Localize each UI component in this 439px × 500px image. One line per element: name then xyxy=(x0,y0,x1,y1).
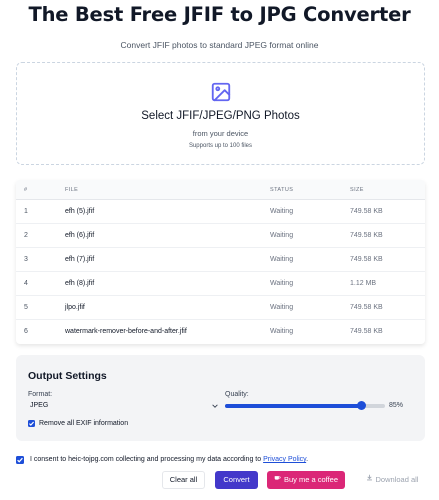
consent-label: I consent to heic-tojpg.com collecting a… xyxy=(30,456,308,463)
settings-title: Output Settings xyxy=(28,370,107,382)
row-status: Waiting xyxy=(270,256,294,263)
page-subtitle: Convert JFIF photos to standard JPEG for… xyxy=(120,40,319,50)
header-size: SIZE xyxy=(350,187,364,193)
row-size: 749.58 KB xyxy=(350,328,383,335)
slider-fill xyxy=(225,404,361,408)
row-status: Waiting xyxy=(270,232,294,239)
row-size: 749.58 KB xyxy=(350,232,383,239)
row-size: 1.12 MB xyxy=(350,280,377,287)
dropzone-subtitle: from your device xyxy=(192,129,249,138)
header-file: FILE xyxy=(65,187,79,193)
row-size: 749.58 KB xyxy=(350,256,383,263)
table-row: 3 efh (7).jfif Waiting 749.58 KB xyxy=(16,248,425,272)
download-label: Download all xyxy=(375,475,419,484)
row-file-name: watermark-remover-before-and-after.jfif xyxy=(65,328,187,335)
chevron-down-icon xyxy=(212,403,218,409)
quality-label: Quality: xyxy=(225,391,249,398)
coffee-icon xyxy=(274,470,281,488)
upload-dropzone[interactable]: Select JFIF/JPEG/PNG Photos from your de… xyxy=(16,62,425,165)
slider-thumb[interactable] xyxy=(356,401,366,410)
table-row: 6 watermark-remover-before-and-after.jfif… xyxy=(16,320,425,344)
row-number: 5 xyxy=(24,304,28,311)
row-status: Waiting xyxy=(270,304,294,311)
consent-option[interactable]: I consent to heic-tojpg.com collecting a… xyxy=(16,455,425,465)
row-size: 749.58 KB xyxy=(350,208,383,215)
convert-button[interactable]: Convert xyxy=(215,471,258,489)
header-num: # xyxy=(24,187,28,193)
quality-slider[interactable] xyxy=(225,401,385,410)
format-select[interactable]: JPEG xyxy=(28,400,220,412)
clear-all-button[interactable]: Clear all xyxy=(162,471,205,489)
table-row: 4 efh (8).jfif Waiting 1.12 MB xyxy=(16,272,425,296)
file-table: # FILE STATUS SIZE 1 efh (5).jfif Waiting 7… xyxy=(16,180,425,344)
row-file-name: jlpo.jfif xyxy=(65,304,85,311)
image-icon xyxy=(210,81,232,103)
row-status: Waiting xyxy=(270,280,294,287)
row-file-name: efh (6).jfif xyxy=(65,232,95,239)
row-number: 6 xyxy=(24,328,28,335)
row-number: 1 xyxy=(24,208,28,215)
quality-value: 85% xyxy=(389,402,404,409)
download-icon xyxy=(366,470,373,488)
dropzone-limit: Supports up to 100 files xyxy=(188,143,253,149)
format-value: JPEG xyxy=(30,402,49,409)
row-number: 2 xyxy=(24,232,28,239)
row-size: 749.58 KB xyxy=(350,304,383,311)
header-status: STATUS xyxy=(270,187,294,193)
page-title: The Best Free JFIF to JPG Converter xyxy=(28,3,411,26)
table-header: # FILE STATUS SIZE xyxy=(16,180,425,200)
consent-checkbox[interactable] xyxy=(16,456,24,464)
row-file-name: efh (5).jfif xyxy=(65,208,95,215)
table-row: 1 efh (5).jfif Waiting 749.58 KB xyxy=(16,200,425,224)
consent-suffix: . xyxy=(306,456,309,463)
output-settings: Output Settings Format: JPEG Quality: 85… xyxy=(16,355,425,441)
row-number: 4 xyxy=(24,280,28,287)
download-all-button[interactable]: Download all xyxy=(359,471,425,489)
coffee-label: Buy me a coffee xyxy=(283,475,339,484)
table-row: 2 efh (6).jfif Waiting 749.58 KB xyxy=(16,224,425,248)
buy-coffee-button[interactable]: Buy me a coffee xyxy=(267,471,345,489)
privacy-policy-link[interactable]: Privacy Policy xyxy=(263,456,306,463)
row-file-name: efh (8).jfif xyxy=(65,280,95,287)
row-number: 3 xyxy=(24,256,28,263)
exif-checkbox[interactable] xyxy=(28,420,35,427)
format-label: Format: xyxy=(28,391,53,398)
table-row: 5 jlpo.jfif Waiting 749.58 KB xyxy=(16,296,425,320)
row-file-name: efh (7).jfif xyxy=(65,256,95,263)
consent-text: I consent to heic-tojpg.com collecting a… xyxy=(30,456,262,463)
row-status: Waiting xyxy=(270,208,294,215)
exif-label: Remove all EXIF information xyxy=(39,420,129,427)
row-status: Waiting xyxy=(270,328,294,335)
dropzone-title: Select JFIF/JPEG/PNG Photos xyxy=(141,110,300,122)
